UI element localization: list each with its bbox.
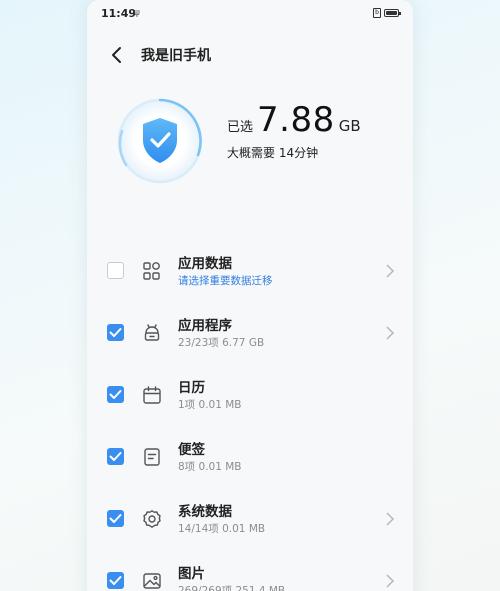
- list-item[interactable]: 便签 8项 0.01 MB: [87, 426, 413, 488]
- checkbox[interactable]: [107, 262, 124, 279]
- item-name: 日历: [178, 380, 205, 396]
- item-detail: 23/23项 6.77 GB: [178, 337, 265, 349]
- image-icon: [143, 573, 161, 589]
- estimated-time: 大概需要 14分钟: [227, 146, 319, 160]
- checkbox-checked[interactable]: [107, 572, 124, 589]
- back-arrow-icon[interactable]: [107, 45, 127, 65]
- android-icon: [144, 324, 160, 341]
- item-detail: 14/14项 0.01 MB: [178, 523, 266, 535]
- list-item[interactable]: 应用程序 23/23项 6.77 GB: [87, 302, 413, 364]
- checkbox-checked[interactable]: [107, 386, 124, 403]
- checkbox-checked[interactable]: [107, 448, 124, 465]
- gear-icon: [143, 510, 161, 528]
- apps-grid-icon: [143, 262, 160, 280]
- page-title: 我是旧手机: [141, 48, 211, 64]
- chevron-right-icon[interactable]: [385, 512, 395, 526]
- signal-icon: ψ: [134, 8, 140, 18]
- sim-icon: b: [373, 8, 381, 18]
- chevron-right-icon[interactable]: [385, 574, 395, 588]
- status-time: 11:49: [101, 7, 137, 20]
- shield-progress-icon: [117, 98, 203, 184]
- item-name: 应用程序: [178, 318, 232, 334]
- item-name: 应用数据: [178, 256, 232, 272]
- selected-unit: GB: [338, 117, 361, 135]
- item-detail: 269/269项 251.4 MB: [178, 585, 286, 591]
- list-item[interactable]: 日历 1项 0.01 MB: [87, 364, 413, 426]
- item-name: 便签: [178, 442, 205, 458]
- data-list: 应用数据 请选择重要数据迁移 应用程序 23/23项 6.77 GB 日历 1项…: [87, 240, 413, 591]
- checkbox-checked[interactable]: [107, 324, 124, 341]
- note-icon: [144, 448, 160, 466]
- item-detail: 8项 0.01 MB: [178, 461, 242, 473]
- selected-size: 7.88: [257, 100, 335, 140]
- battery-icon: [384, 9, 401, 17]
- checkbox-checked[interactable]: [107, 510, 124, 527]
- item-hint-link[interactable]: 请选择重要数据迁移: [178, 273, 273, 288]
- item-name: 系统数据: [178, 504, 232, 520]
- phone-screen: 11:49 ψ b 我是旧手机 已选 7.88 GB 大概需要 14分钟 应用数…: [87, 0, 413, 591]
- item-name: 图片: [178, 566, 205, 582]
- chevron-right-icon[interactable]: [385, 264, 395, 278]
- status-bar: 11:49 ψ b: [87, 0, 413, 26]
- list-item[interactable]: 应用数据 请选择重要数据迁移: [87, 240, 413, 302]
- chevron-right-icon[interactable]: [385, 326, 395, 340]
- calendar-icon: [143, 386, 161, 404]
- list-item[interactable]: 图片 269/269项 251.4 MB: [87, 550, 413, 591]
- selected-label: 已选: [227, 120, 254, 135]
- list-item[interactable]: 系统数据 14/14项 0.01 MB: [87, 488, 413, 550]
- item-detail: 1项 0.01 MB: [178, 399, 242, 411]
- transfer-summary: 已选 7.88 GB 大概需要 14分钟: [227, 100, 361, 161]
- header: 我是旧手机: [87, 36, 413, 72]
